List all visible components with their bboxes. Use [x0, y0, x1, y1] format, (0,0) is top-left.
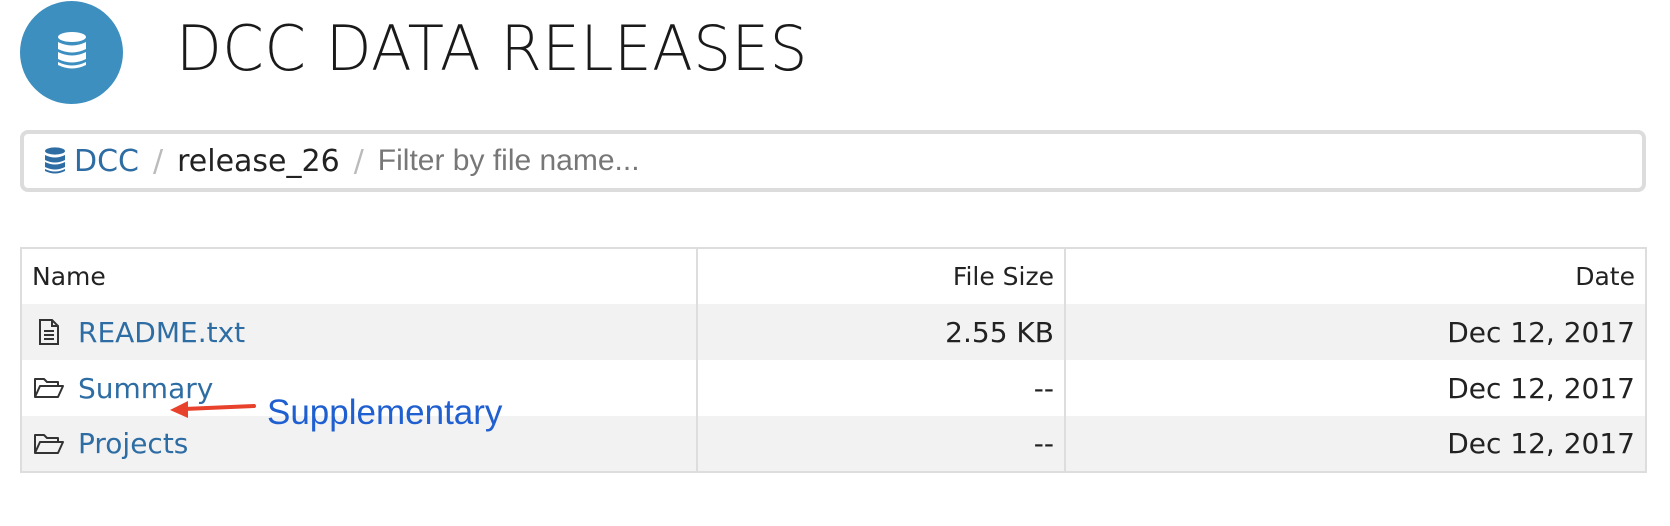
file-size: -- [1033, 371, 1054, 405]
file-date: Dec 12, 2017 [1447, 371, 1635, 405]
annotation-label: Supplementary [267, 393, 503, 432]
breadcrumb-root-link[interactable]: DCC [74, 144, 139, 179]
column-header-name[interactable]: Name [20, 247, 698, 304]
breadcrumb-separator: / [353, 143, 364, 179]
file-size: 2.55 KB [945, 315, 1054, 349]
annotation-arrow-icon [168, 396, 258, 424]
table-row: Summary -- Dec 12, 2017 [20, 360, 1647, 416]
database-icon[interactable] [44, 147, 66, 175]
file-date: Dec 12, 2017 [1447, 315, 1635, 349]
page-title: DCC DATA RELEASES [176, 12, 808, 85]
filter-input[interactable] [377, 144, 978, 178]
logo [20, 1, 123, 104]
breadcrumb: DCC / release_26 / [20, 130, 1646, 192]
file-link[interactable]: README.txt [78, 316, 245, 349]
table-header-row: Name File Size Date [20, 247, 1647, 304]
file-text-icon [32, 319, 66, 345]
folder-open-icon [32, 377, 66, 399]
column-header-date[interactable]: Date [1064, 247, 1647, 304]
breadcrumb-separator: / [153, 143, 164, 179]
file-date: Dec 12, 2017 [1447, 427, 1635, 460]
column-header-size[interactable]: File Size [696, 247, 1066, 304]
file-size: -- [1033, 427, 1054, 460]
folder-open-icon [32, 433, 66, 455]
breadcrumb-current: release_26 [177, 143, 340, 179]
table-row: Projects -- Dec 12, 2017 [20, 416, 1647, 473]
folder-link[interactable]: Projects [78, 427, 188, 460]
table-row: README.txt 2.55 KB Dec 12, 2017 [20, 304, 1647, 360]
database-icon [56, 31, 88, 75]
file-table: Name File Size Date README.txt 2.55 KB D… [20, 247, 1647, 473]
